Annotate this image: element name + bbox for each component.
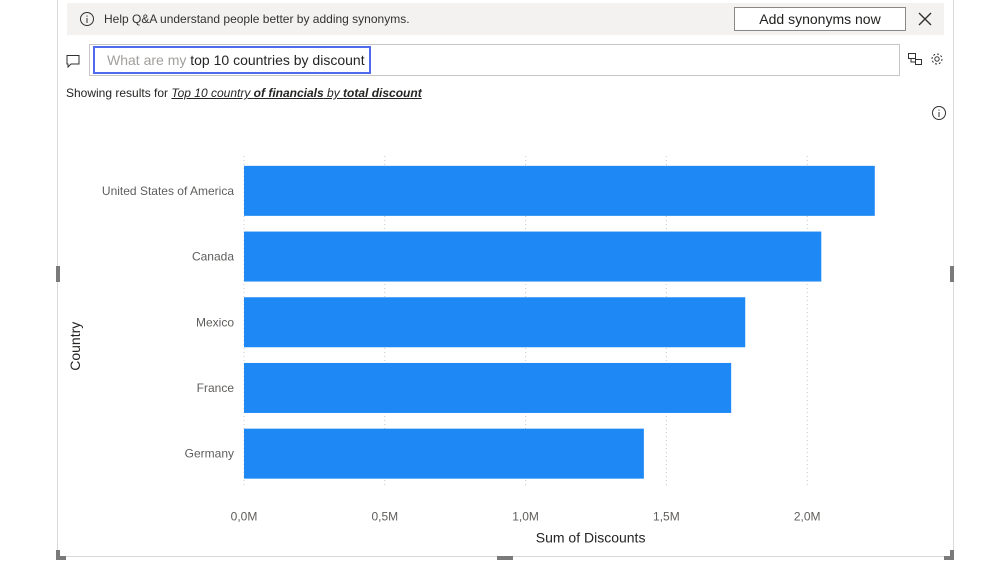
qa-placeholder: What are my — [107, 52, 191, 68]
x-tick-label: 1,0M — [512, 510, 539, 524]
gear-icon[interactable] — [929, 51, 945, 67]
x-tick-label: 0,5M — [371, 510, 398, 524]
resize-handle-bottom-right-h[interactable] — [944, 556, 954, 560]
chat-icon — [65, 53, 81, 69]
visual-info-icon[interactable] — [931, 105, 947, 121]
bar[interactable] — [244, 231, 822, 282]
restatement-part-1: Top 10 country — [171, 86, 254, 100]
bar[interactable] — [244, 297, 746, 348]
restatement-part-3: by — [323, 86, 344, 100]
results-restatement-link[interactable]: Top 10 country of financials by total di… — [171, 86, 421, 100]
restatement-part-4: total discount — [343, 86, 422, 100]
bar[interactable] — [244, 165, 875, 216]
close-icon[interactable] — [915, 9, 935, 29]
banner-message: Help Q&A understand people better by add… — [104, 12, 410, 26]
info-icon — [79, 11, 95, 27]
add-synonyms-button[interactable]: Add synonyms now — [734, 7, 906, 31]
y-tick-label: Canada — [192, 250, 234, 264]
y-tick-label: United States of America — [102, 184, 234, 198]
qa-query: top 10 countries by discount — [190, 52, 365, 68]
resize-handle-bottom-left-h[interactable] — [56, 556, 66, 560]
y-tick-label: France — [197, 381, 235, 395]
bar[interactable] — [244, 362, 732, 413]
chart-canvas: 0,0M 0,5M 1,0M 1,5M 2,0M United States of Ame… — [67, 156, 875, 546]
synonyms-banner: Help Q&A understand people better by add… — [67, 3, 944, 35]
bar[interactable] — [244, 428, 644, 479]
x-axis-title: Sum of Discounts — [536, 530, 646, 546]
x-tick-label: 1,5M — [653, 510, 680, 524]
results-prefix: Showing results for — [66, 86, 172, 100]
resize-handle-bottom[interactable] — [497, 556, 513, 560]
results-line: Showing results for Top 10 country of fi… — [66, 86, 422, 100]
y-axis-title: Country — [67, 322, 83, 371]
restatement-part-2: of financials — [253, 86, 324, 100]
qa-question-box[interactable]: What are my top 10 countries by discount — [89, 44, 900, 76]
x-tick-label: 2,0M — [794, 510, 821, 524]
bar-chart: 0,0M 0,5M 1,0M 1,5M 2,0M United States of Ame… — [60, 128, 952, 548]
y-tick-label: Mexico — [196, 315, 234, 329]
x-tick-label: 0,0M — [231, 510, 258, 524]
qa-input[interactable]: What are my top 10 countries by discount — [93, 46, 371, 74]
y-tick-label: Germany — [185, 447, 234, 461]
convert-visual-icon[interactable] — [907, 51, 923, 67]
